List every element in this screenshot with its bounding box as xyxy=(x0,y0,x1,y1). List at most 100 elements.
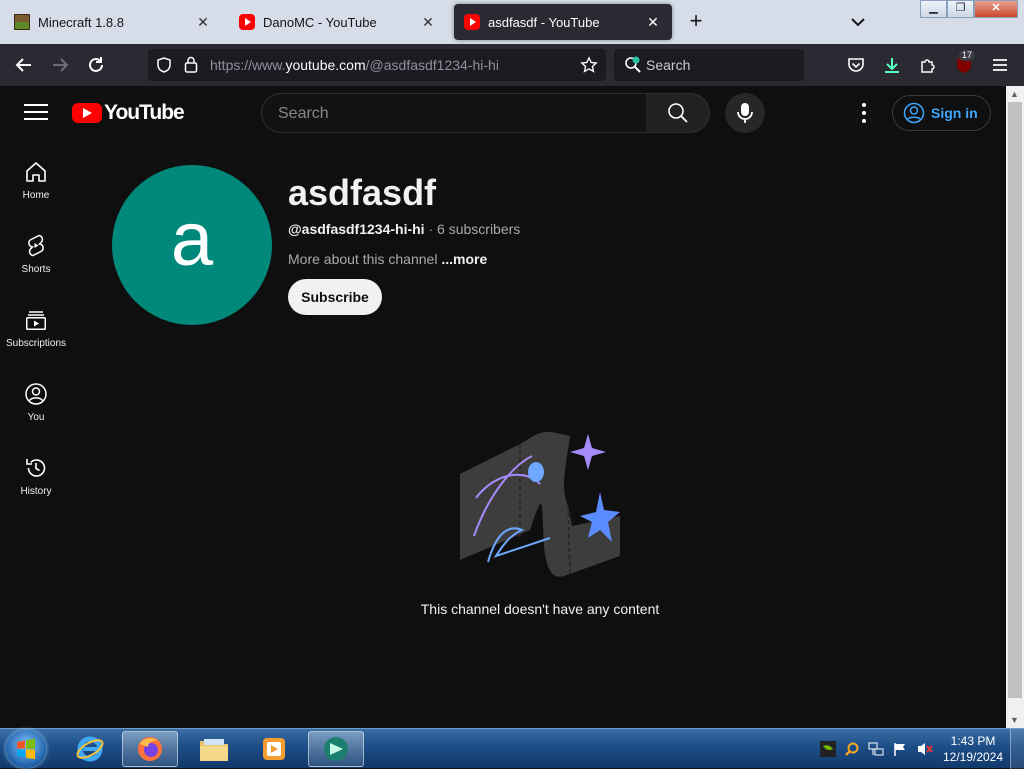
sidebar-item-history[interactable]: History xyxy=(0,456,72,526)
tab-danomc[interactable]: DanoMC - YouTube ✕ xyxy=(229,4,447,40)
empty-channel-illustration xyxy=(460,431,620,577)
file-explorer-icon xyxy=(200,739,228,761)
system-tray xyxy=(816,729,942,769)
channel-meta: @asdfasdf1234-hi-hi · 6 subscribers xyxy=(288,221,520,237)
network-icon[interactable] xyxy=(868,741,884,757)
microphone-icon xyxy=(737,103,753,123)
close-tab-icon[interactable]: ✕ xyxy=(194,14,212,31)
sidebar-item-label: Shorts xyxy=(21,264,51,275)
browser-toolbar: https://www.youtube.com/@asdfasdf1234-hi… xyxy=(0,44,1024,86)
tab-title: DanoMC - YouTube xyxy=(263,14,377,30)
back-button[interactable] xyxy=(12,53,36,77)
empty-state-message: This channel doesn't have any content xyxy=(420,601,660,617)
start-button[interactable] xyxy=(6,730,46,768)
app-menu-button[interactable] xyxy=(988,53,1012,77)
minimize-button[interactable]: ▁ xyxy=(920,0,947,18)
window-controls: ▁ ❐ ✕ xyxy=(920,0,1018,18)
minecraft-icon xyxy=(14,14,30,30)
browser-search-field[interactable]: Search xyxy=(614,49,804,81)
settings-kebab-button[interactable] xyxy=(852,103,876,123)
history-icon xyxy=(26,459,46,477)
notification-count: 17 xyxy=(959,50,976,61)
reload-button[interactable] xyxy=(84,53,108,77)
forward-button[interactable] xyxy=(48,53,72,77)
tab-minecraft[interactable]: Minecraft 1.8.8 ✕ xyxy=(4,4,222,40)
tab-asdfasdf[interactable]: asdfasdf - YouTube ✕ xyxy=(454,4,672,40)
scrollbar-thumb[interactable] xyxy=(1008,102,1022,698)
close-tab-icon[interactable]: ✕ xyxy=(644,14,662,31)
taskbar-app[interactable] xyxy=(308,731,364,767)
tab-list-chevron-icon[interactable] xyxy=(848,12,868,32)
sidebar-item-label: Home xyxy=(22,190,50,201)
search-icon xyxy=(667,103,688,123)
show-desktop-button[interactable] xyxy=(1010,729,1024,769)
url-prefix: https://www. xyxy=(210,57,286,73)
address-bar[interactable]: https://www.youtube.com/@asdfasdf1234-hi… xyxy=(148,49,606,81)
close-window-button[interactable]: ✕ xyxy=(974,0,1018,18)
taskbar-firefox[interactable] xyxy=(122,731,178,767)
channel-avatar[interactable]: a xyxy=(112,165,272,325)
taskbar-clock[interactable]: 1:43 PM 12/19/2024 xyxy=(940,733,1006,765)
close-tab-icon[interactable]: ✕ xyxy=(419,14,437,31)
volume-muted-icon[interactable] xyxy=(916,741,934,757)
taskbar-internet-explorer[interactable] xyxy=(62,731,118,767)
back-arrow-icon xyxy=(15,58,31,72)
clock-date: 12/19/2024 xyxy=(942,750,1004,764)
media-player-icon xyxy=(263,738,285,760)
youtube-search-input[interactable]: Search xyxy=(261,93,647,133)
channel-about-link[interactable]: More about this channel ...more xyxy=(288,251,487,267)
extensions-button[interactable] xyxy=(916,53,940,77)
sign-in-label: Sign in xyxy=(931,105,978,121)
url-text: https://www.youtube.com/@asdfasdf1234-hi… xyxy=(210,57,499,73)
search-tray-icon[interactable] xyxy=(844,741,860,757)
pocket-button[interactable] xyxy=(844,53,868,77)
subscribe-button[interactable]: Subscribe xyxy=(288,279,382,315)
reload-icon xyxy=(89,57,103,72)
sign-in-button[interactable]: Sign in xyxy=(892,95,991,131)
tab-title: asdfasdf - YouTube xyxy=(488,14,600,30)
sidebar-item-label: Subscriptions xyxy=(5,338,67,349)
clock-time: 1:43 PM xyxy=(950,734,996,748)
youtube-icon xyxy=(464,14,480,30)
nvidia-icon[interactable] xyxy=(820,741,836,757)
page-scrollbar[interactable]: ▲ ▼ xyxy=(1006,86,1024,728)
search-engine-icon xyxy=(625,56,641,73)
subscriptions-icon xyxy=(26,311,46,330)
avatar-letter: a xyxy=(170,197,214,282)
guide-menu-button[interactable] xyxy=(24,104,48,122)
forward-arrow-icon xyxy=(53,58,69,72)
url-domain: youtube.com xyxy=(285,57,366,73)
account-circle-icon xyxy=(903,102,925,124)
shorts-icon xyxy=(28,234,44,257)
taskbar-media-player[interactable] xyxy=(246,731,302,767)
scroll-down-arrow-icon[interactable]: ▼ xyxy=(1010,715,1019,725)
downloads-button[interactable] xyxy=(880,53,904,77)
sidebar-item-subscriptions[interactable]: Subscriptions xyxy=(0,308,72,378)
puzzle-icon xyxy=(921,59,935,73)
taskbar-file-explorer[interactable] xyxy=(186,731,242,767)
maximize-button[interactable]: ❐ xyxy=(947,0,974,18)
firefox-icon xyxy=(138,737,162,761)
you-icon xyxy=(25,383,47,405)
meta-separator: · xyxy=(424,221,438,237)
action-center-flag-icon[interactable] xyxy=(892,741,908,757)
youtube-search-button[interactable] xyxy=(646,93,710,133)
sidebar-item-you[interactable]: You xyxy=(0,382,72,452)
youtube-page: YouTube Search Sign in Home Shorts Subsc… xyxy=(0,86,1006,728)
shield-icon[interactable] xyxy=(156,57,172,73)
new-tab-button[interactable]: + xyxy=(684,10,708,34)
hamburger-icon xyxy=(993,59,1007,71)
url-path: /@asdfasdf1234-hi-hi xyxy=(365,57,499,73)
youtube-logo[interactable]: YouTube xyxy=(72,100,185,126)
sidebar-item-home[interactable]: Home xyxy=(0,160,72,230)
search-placeholder: Search xyxy=(278,105,329,122)
voice-search-button[interactable] xyxy=(725,93,765,133)
home-icon xyxy=(26,162,46,182)
pocket-icon xyxy=(848,58,864,72)
bookmark-star-icon[interactable] xyxy=(580,56,598,74)
app-icon xyxy=(324,737,348,761)
lock-icon[interactable] xyxy=(184,56,198,73)
more-link[interactable]: ...more xyxy=(441,251,487,267)
scroll-up-arrow-icon[interactable]: ▲ xyxy=(1010,89,1019,99)
sidebar-item-shorts[interactable]: Shorts xyxy=(0,234,72,304)
